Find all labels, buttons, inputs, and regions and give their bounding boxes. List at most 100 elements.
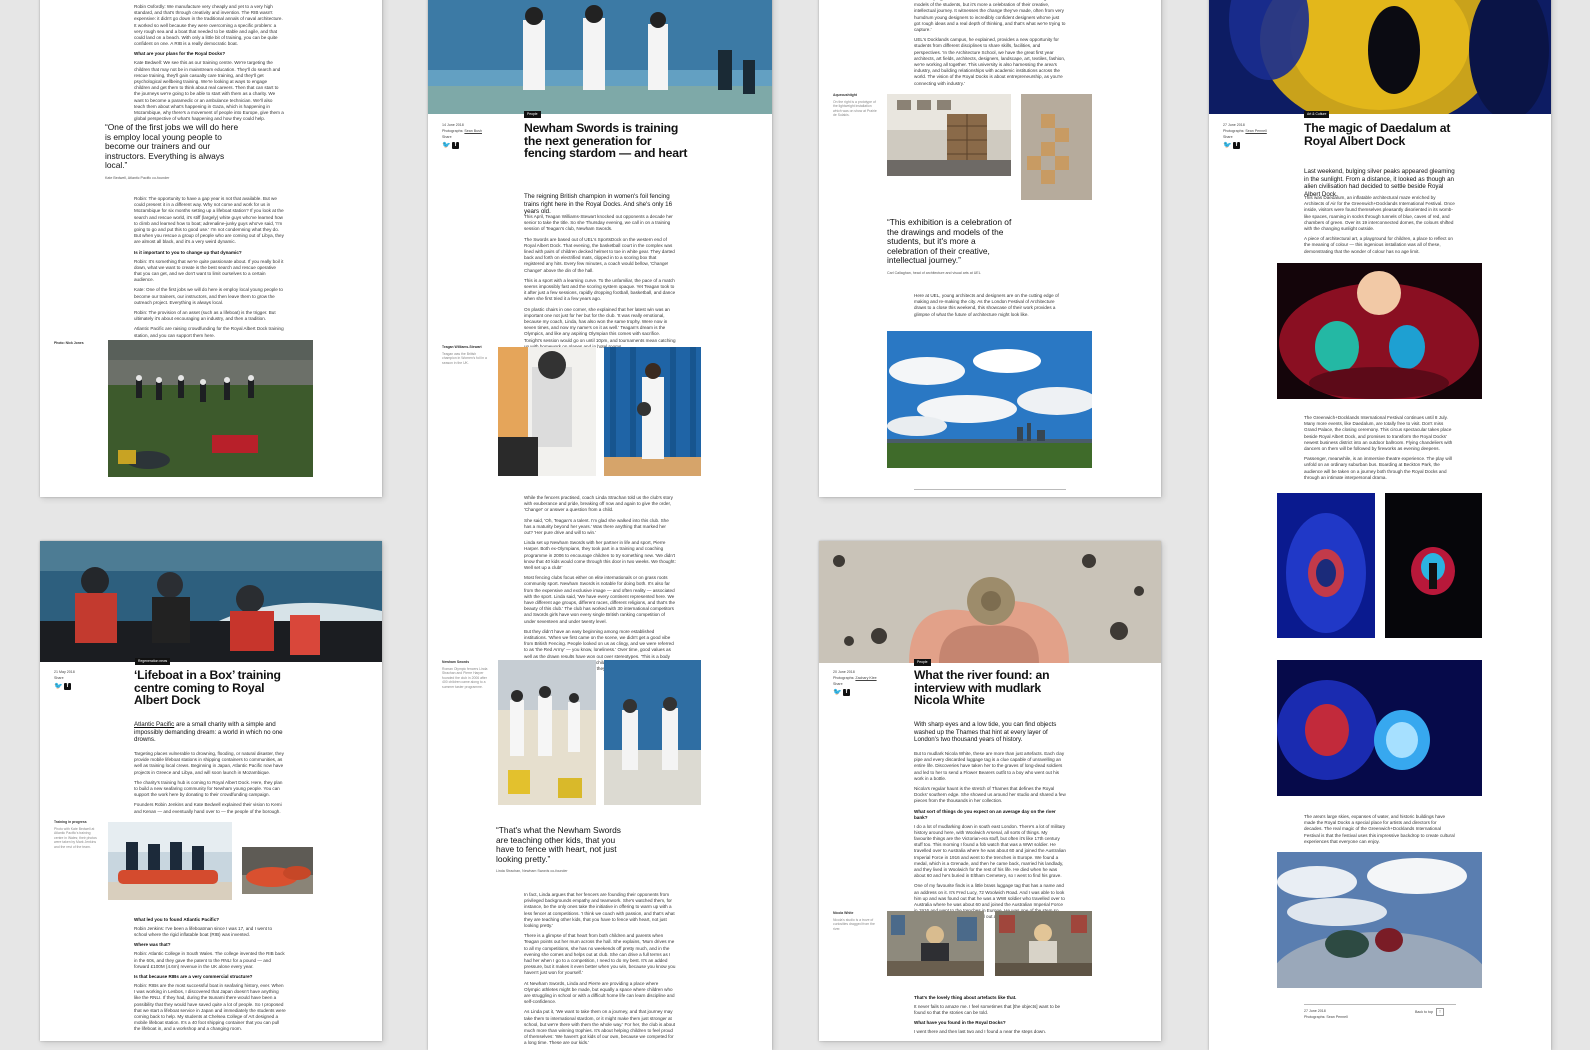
body-paragraph: It never fails to amaze me. I feel somet… <box>914 1004 1061 1016</box>
interview-question: What sort of things do you expect on an … <box>914 808 1056 820</box>
pull-quote-text: “This exhibition is a celebration of the… <box>887 217 1012 266</box>
article-page-mudlark: People 20 June 2018 Photographs: Zachary… <box>819 541 1161 1041</box>
body-paragraph: This April, Teagan Williams-Stewart knoc… <box>524 214 673 232</box>
body-paragraph: At Newham Swords, Linda and Pierre are p… <box>524 980 675 1005</box>
pull-quote-attribution: Linda Strachan, Newham Swords co-founder <box>496 869 568 874</box>
body-paragraph: The charity's training hub is coming to … <box>134 779 283 798</box>
body-paragraph: Robin Oxfordly: We manufacture very chea… <box>134 4 283 47</box>
domes-sky-photo <box>1277 852 1482 988</box>
fencer-gear-photo <box>498 347 596 476</box>
red-dome-photo <box>1277 263 1482 399</box>
body-paragraph: Founders Robin Jenkins and Kate Bedwell … <box>134 802 282 814</box>
photo-caption: Nicola White Nicola's studio is a trove o… <box>833 911 875 931</box>
fencing-bout-photo <box>604 660 701 805</box>
share-buttons: 🐦 f <box>1223 142 1283 149</box>
photo-caption: Newham Swords Roman Olympic fencers Linda… <box>442 660 488 689</box>
category-tag[interactable]: People <box>524 111 541 118</box>
interview-question: Is that because RIBs are a very commerci… <box>134 974 253 980</box>
category-tag[interactable]: People <box>914 659 931 666</box>
pull-quote: “That's what the Newham Swords are teach… <box>496 825 626 874</box>
twitter-icon[interactable]: 🐦 <box>833 689 842 696</box>
twitter-icon[interactable]: 🐦 <box>442 142 451 149</box>
body-paragraph: But to mudlark Nicola White, these are m… <box>914 751 1065 781</box>
body-paragraph: This is a sport with a learning curve. T… <box>524 277 676 302</box>
body-paragraph: Kate Bedwell: We see this as our trainin… <box>134 60 284 122</box>
article-title: Newham Swords is training the next gener… <box>524 121 688 161</box>
daedalum-hero-image <box>1209 0 1551 114</box>
article-title: What the river found: an interview with … <box>914 668 1050 708</box>
interview-question: What are your plans for the Royal Docks? <box>134 51 226 57</box>
article-lead: The reigning British champion in women's… <box>524 193 673 216</box>
lifeboat-hero-image <box>40 541 382 662</box>
interview-question: What have you found in the Royal Docks? <box>914 1020 1006 1026</box>
body-paragraph: Passenger, meanwhile, is an immersive th… <box>1304 456 1452 480</box>
interview-question: Is it important to you to change up that… <box>134 249 242 255</box>
category-tag[interactable]: Art & Culture <box>1304 111 1330 118</box>
facebook-icon[interactable]: f <box>843 689 850 696</box>
article-page-architecture: student's progress. 'This exhibition is … <box>819 0 1161 497</box>
share-label: Share <box>442 135 452 139</box>
article-page-lifeboat: Regeneration news 21 May 2018 Share 🐦 f … <box>40 541 382 1041</box>
article-lead: With sharp eyes and a low tide, you can … <box>914 721 1057 744</box>
body-paragraph: UEL's Docklands campus, he explained, pr… <box>914 37 1066 86</box>
twitter-icon[interactable]: 🐦 <box>1223 142 1232 149</box>
share-label: Share <box>833 682 843 686</box>
pull-quote: “One of the first jobs we will do here i… <box>105 122 245 180</box>
body-paragraph: Robin: RIBs are the most successful boat… <box>134 983 286 1032</box>
teagan-portrait-photo <box>604 347 701 476</box>
share-buttons: 🐦 f <box>833 689 893 696</box>
article-lead: Atlantic Pacific are a small charity wit… <box>134 721 283 744</box>
body-paragraph: Linda set up Newham Swords with her part… <box>524 540 676 571</box>
training-team-photo <box>108 822 232 900</box>
body-paragraph: Robin Jenkins: I've been a lifeboatman s… <box>134 926 273 938</box>
facebook-icon[interactable]: f <box>452 142 459 149</box>
share-buttons: 🐦 f <box>54 683 104 690</box>
pull-quote: “This exhibition is a celebration of the… <box>887 217 1017 275</box>
pull-quote-text: “One of the first jobs we will do here i… <box>105 122 239 171</box>
body-paragraph: This was Daedalum, an inflatable archite… <box>1304 195 1455 232</box>
article-page-lifeboat-top: Robin Oxfordly: We manufacture very chea… <box>40 0 382 497</box>
section-divider <box>914 489 1066 490</box>
photo-caption: Photo: Nick Jones <box>54 341 84 345</box>
body-paragraph: On plastic chairs in one corner, she exp… <box>524 306 676 349</box>
body-paragraph: Robin: The provision of an asset (such a… <box>134 310 276 322</box>
body-paragraph: She said, 'Oh, Teagan's a talent. I'm gl… <box>524 517 669 536</box>
body-paragraph: While the fencers practised, coach Linda… <box>524 495 673 513</box>
body-paragraph: I do a lot of mudlarking down in south e… <box>914 823 1066 879</box>
share-label: Share <box>54 676 64 680</box>
mudlark-hero-image <box>819 541 1161 663</box>
back-to-top-link[interactable]: Back to top ↑ <box>1415 1008 1444 1016</box>
body-paragraph: Robin: Atlantic College in South Wales. … <box>134 951 285 969</box>
interview-question: Where was that? <box>134 942 171 948</box>
body-paragraph: Nicola's regular haunt is the stretch of… <box>914 786 1066 804</box>
body-paragraph: student's progress. 'This exhibition is … <box>914 0 1066 33</box>
royal-docks-sky-photo <box>887 331 1092 468</box>
body-paragraph: There is a glimpse of that heart from bo… <box>524 933 676 976</box>
body-paragraph: I went there and then last two and I fou… <box>914 1029 1047 1035</box>
body-paragraph: As Linda put it, 'We want to take them o… <box>524 1009 676 1046</box>
article-page-fencing: People 14 June 2018 Photographs: Sean Bu… <box>428 0 772 1050</box>
exhibition-models-photo <box>887 94 1011 176</box>
share-label: Share <box>1223 135 1233 139</box>
fencing-class-photo <box>498 660 596 805</box>
photo-caption: Training in progress Photo with Kate Bedw… <box>54 820 97 849</box>
body-paragraph: Most fencing clubs focus either on elite… <box>524 575 676 624</box>
body-paragraph: Targeting places vulnerable to drowning,… <box>134 751 284 775</box>
training-group-photo <box>108 340 313 477</box>
pull-quote-text: “That's what the Newham Swords are teach… <box>496 825 621 864</box>
facebook-icon[interactable]: f <box>64 683 71 690</box>
body-paragraph: The Swords are based out of UEL's Sports… <box>524 236 675 273</box>
interview-question: What led you to found Atlantic Pacific? <box>134 917 220 922</box>
fencing-hero-image <box>428 0 772 114</box>
nicola-studio-photo-1 <box>887 911 984 976</box>
facebook-icon[interactable]: f <box>1233 142 1240 149</box>
photo-caption: Teagan Williams-Stewart Teagan was the Br… <box>442 345 487 365</box>
pull-quote-attribution: Carl Callaghan, head of architecture and… <box>887 270 981 275</box>
twitter-icon[interactable]: 🐦 <box>54 683 63 690</box>
section-divider <box>1304 1004 1456 1005</box>
atlantic-pacific-link[interactable]: Atlantic Pacific <box>134 721 174 728</box>
article-page-daedalum: Art & Culture 27 June 2018 Photographs: … <box>1209 0 1551 1050</box>
article-title: ‘Lifeboat in a Box’ training centre comi… <box>134 668 281 708</box>
photo-caption: Aqueoushtight On the right is a prototype… <box>833 93 877 118</box>
category-tag[interactable]: Regeneration news <box>135 658 171 665</box>
